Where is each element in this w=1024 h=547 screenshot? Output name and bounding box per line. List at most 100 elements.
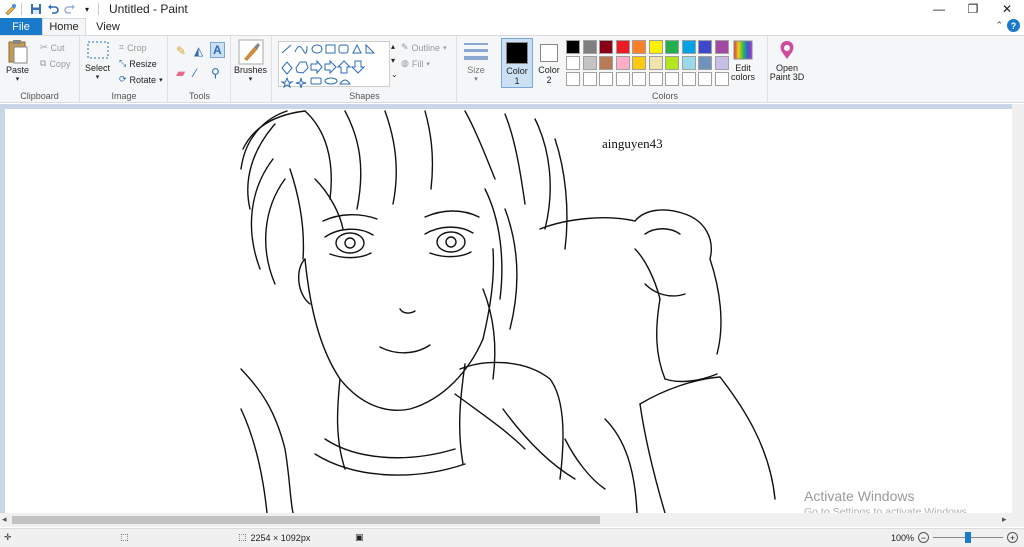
image-group-label: Image (111, 91, 137, 101)
artist-signature: ainguyen43 (602, 136, 663, 151)
color2-button[interactable]: Color 2 (537, 38, 561, 88)
clipboard-group: Paste ▾ ✂ Cut ⧉ Copy Clipboard (0, 36, 80, 103)
open-paint3d-button[interactable]: Open Paint 3D (768, 39, 806, 82)
shapes-scroll-down[interactable]: ▾ (391, 56, 395, 65)
drawing-canvas[interactable]: ainguyen43 (5, 109, 1024, 513)
cut-label: Cut (50, 42, 65, 53)
vertical-scrollbar[interactable] (1012, 104, 1024, 513)
resize-icon: ⤡ (119, 58, 127, 68)
paint-bucket-icon: ◭ (194, 44, 204, 58)
file-size: ▣ (355, 532, 364, 543)
zoom-out-button[interactable]: − (918, 532, 930, 543)
text-icon: A (213, 43, 222, 57)
clipboard-group-label: Clipboard (20, 91, 59, 101)
size-button[interactable]: Size ▾ (463, 39, 489, 83)
zoom-in-button[interactable]: + (1007, 532, 1019, 543)
scroll-right-icon[interactable]: ▸ (1002, 514, 1007, 525)
scissors-icon: ✂ (40, 42, 48, 52)
select-button[interactable]: Select ▾ (85, 39, 110, 81)
shapes-scroll-up[interactable]: ▴ (391, 42, 395, 51)
shapes-gallery-icons (280, 43, 376, 89)
colors-group-label: Colors (651, 91, 678, 101)
color-picker-tool[interactable]: ⁄ (194, 66, 196, 80)
copy-button[interactable]: ⧉ Copy (40, 58, 70, 69)
title-bar: ▾ Untitled - Paint — ❐ ✕ (0, 0, 1024, 18)
color2-swatch (540, 44, 558, 62)
paste-button[interactable]: Paste ▾ (6, 39, 29, 83)
brushes-group: Brushes ▾ (232, 36, 272, 103)
fill-tool[interactable]: ◭ (194, 44, 203, 58)
tab-home[interactable]: Home (42, 18, 86, 35)
cursor-position: ✛ (4, 532, 12, 543)
color2-label: Color (538, 65, 560, 75)
fill-label: Fill (411, 58, 424, 69)
scroll-left-icon[interactable]: ◂ (2, 514, 7, 525)
disk-icon: ▣ (355, 532, 364, 542)
line-art-drawing (240, 110, 776, 513)
rotate-label: Rotate (129, 74, 157, 85)
help-icon[interactable]: ? (1007, 19, 1020, 32)
crop-icon: ⌗ (119, 42, 125, 52)
brush-icon (238, 39, 264, 65)
paste-label: Paste (6, 65, 30, 75)
zoom-controls: 100% − + (891, 532, 1019, 543)
collapse-ribbon-icon[interactable]: ⌃ (995, 20, 1003, 31)
canvas-workspace: ainguyen43 (0, 104, 1024, 513)
paint-app-icon[interactable] (3, 2, 17, 16)
activation-watermark-title: Activate Windows (804, 488, 915, 504)
selection-icon: ⬚ (120, 532, 129, 542)
shapes-gallery[interactable] (278, 41, 390, 89)
save-icon[interactable] (29, 2, 43, 16)
magnifier-tool[interactable]: ⚲ (211, 66, 220, 80)
brushes-label: Brushes (234, 65, 268, 75)
outline-icon: ✎ (401, 42, 409, 52)
minimize-button[interactable]: — (922, 0, 956, 18)
tools-group-label: Tools (188, 91, 210, 101)
edit-colors-button[interactable]: Edit colors (731, 39, 755, 82)
color1-button[interactable]: Color 1 (501, 38, 533, 88)
rotate-button[interactable]: ⟳ Rotate ▾ (119, 74, 163, 85)
fill-button[interactable]: ◍ Fill ▾ (401, 58, 430, 69)
resize-button[interactable]: ⤡ Resize (119, 58, 157, 69)
magnifier-icon: ⚲ (211, 66, 220, 80)
undo-icon[interactable] (46, 2, 60, 16)
color2-index: 2 (546, 75, 552, 85)
shapes-group-label: Shapes (349, 91, 380, 101)
selection-size: ⬚ (120, 532, 129, 543)
image-size: ⬚ 2254 × 1092px (238, 532, 310, 543)
copy-icon: ⧉ (40, 58, 47, 68)
tools-group: ✎ ◭ A ▰ ⁄ ⚲ Tools (169, 36, 231, 103)
tab-file[interactable]: File (0, 18, 42, 35)
customize-toolbar-icon[interactable]: ▾ (80, 2, 94, 16)
cut-button[interactable]: ✂ Cut (40, 42, 65, 53)
status-bar: ✛ ⬚ ⬚ 2254 × 1092px ▣ 100% − + (0, 528, 1024, 547)
close-button[interactable]: ✕ (990, 0, 1024, 18)
fill-icon: ◍ (401, 58, 409, 68)
pencil-icon: ✎ (176, 44, 187, 58)
menu-tabs: File Home View ⌃ ? (0, 18, 1024, 35)
text-tool[interactable]: A (210, 42, 225, 58)
horizontal-scroll-thumb[interactable] (12, 516, 600, 524)
eraser-icon: ▰ (176, 66, 186, 80)
zoom-slider-thumb[interactable] (965, 532, 972, 543)
outline-button[interactable]: ✎ Outline ▾ (401, 42, 447, 53)
paste-icon (8, 40, 27, 64)
edit-colors-label-2: colors (731, 72, 756, 82)
horizontal-scrollbar[interactable]: ◂ ▸ (0, 513, 1024, 527)
eraser-tool[interactable]: ▰ (176, 66, 185, 80)
redo-icon[interactable] (63, 2, 77, 16)
resize-label: Resize (129, 58, 157, 69)
image-group: Select ▾ ⌗ Crop ⤡ Resize ⟳ Rotate ▾ Imag… (81, 36, 168, 103)
select-icon (87, 41, 108, 59)
crop-button[interactable]: ⌗ Crop (119, 42, 147, 53)
zoom-slider[interactable] (933, 532, 1004, 543)
crop-label: Crop (127, 42, 147, 53)
select-label: Select (85, 63, 111, 73)
restore-button[interactable]: ❐ (956, 0, 990, 18)
edit-colors-icon (733, 40, 753, 60)
tab-view[interactable]: View (86, 18, 130, 35)
shapes-expand[interactable]: ⌄ (391, 70, 398, 79)
pencil-tool[interactable]: ✎ (176, 44, 186, 58)
color1-swatch (506, 42, 528, 64)
brushes-button[interactable]: Brushes ▾ (234, 39, 267, 83)
